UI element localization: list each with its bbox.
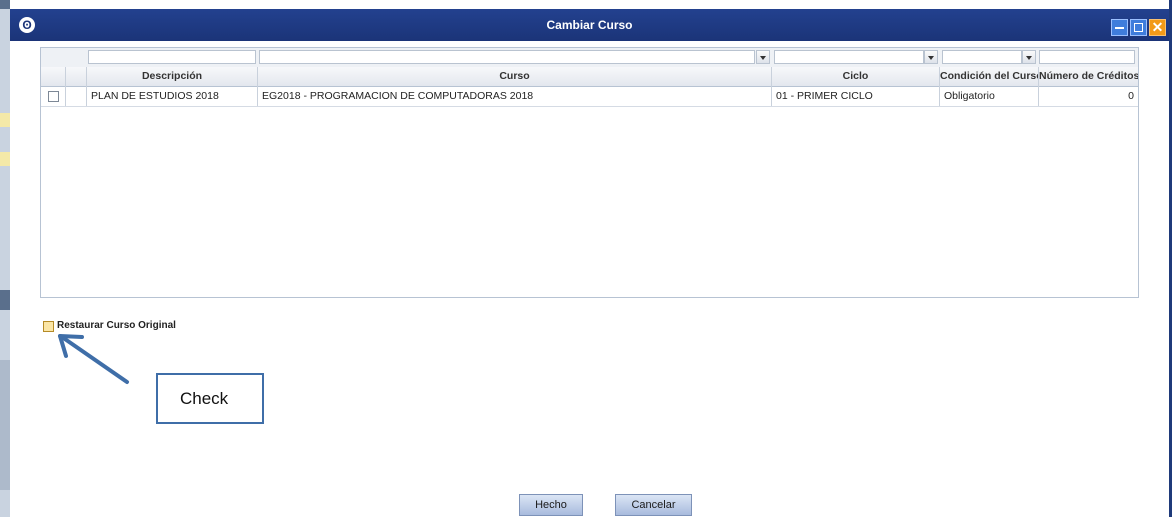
filter-descripcion-input[interactable]: [88, 50, 256, 64]
annotation-callout: Check: [156, 373, 264, 424]
done-button[interactable]: Hecho: [519, 494, 583, 516]
header-ciclo[interactable]: Ciclo: [772, 67, 940, 86]
annotation-arrow-icon: [58, 334, 129, 384]
row-spacer: [66, 86, 87, 106]
maximize-button[interactable]: [1130, 19, 1147, 36]
cell-condicion: Obligatorio: [940, 86, 1039, 106]
cambiar-curso-dialog: ʘ Cambiar Curso ✕ Descripción Curso Cicl…: [10, 9, 1169, 517]
background-app-strip: [0, 0, 10, 517]
header-curso[interactable]: Curso: [258, 67, 772, 86]
filter-curso-dropdown-icon[interactable]: [756, 50, 770, 64]
filter-curso-input[interactable]: [259, 50, 755, 64]
cell-descripcion: PLAN DE ESTUDIOS 2018: [87, 86, 258, 106]
row-checkbox[interactable]: [48, 91, 59, 102]
row-select-cell: [41, 86, 66, 106]
header-descripcion[interactable]: Descripción: [87, 67, 258, 86]
annotation-text: Check: [180, 389, 229, 408]
header-creditos[interactable]: Número de Créditos: [1039, 67, 1138, 86]
cell-curso: EG2018 - PROGRAMACION DE COMPUTADORAS 20…: [258, 86, 772, 106]
header-condicion[interactable]: Condición del Curso: [940, 67, 1039, 86]
close-button[interactable]: ✕: [1149, 19, 1166, 36]
table-row[interactable]: PLAN DE ESTUDIOS 2018 EG2018 - PROGRAMAC…: [41, 86, 1138, 107]
cancel-button[interactable]: Cancelar: [615, 494, 692, 516]
header-spacer: [66, 67, 87, 86]
dialog-titlebar[interactable]: ʘ Cambiar Curso ✕: [10, 9, 1169, 41]
header-select: [41, 67, 66, 86]
filter-row: [41, 48, 1138, 68]
course-grid: Descripción Curso Ciclo Condición del Cu…: [40, 47, 1139, 298]
dialog-title: Cambiar Curso: [546, 18, 633, 32]
grid-header: Descripción Curso Ciclo Condición del Cu…: [41, 67, 1138, 87]
minimize-button[interactable]: [1111, 19, 1128, 36]
filter-ciclo-dropdown-icon[interactable]: [924, 50, 938, 64]
filter-ciclo-input[interactable]: [774, 50, 924, 64]
cell-ciclo: 01 - PRIMER CICLO: [772, 86, 940, 106]
cell-creditos: 0: [1128, 90, 1134, 102]
filter-creditos-input[interactable]: [1039, 50, 1135, 64]
filter-condicion-dropdown-icon[interactable]: [1022, 50, 1036, 64]
filter-condicion-input[interactable]: [942, 50, 1022, 64]
